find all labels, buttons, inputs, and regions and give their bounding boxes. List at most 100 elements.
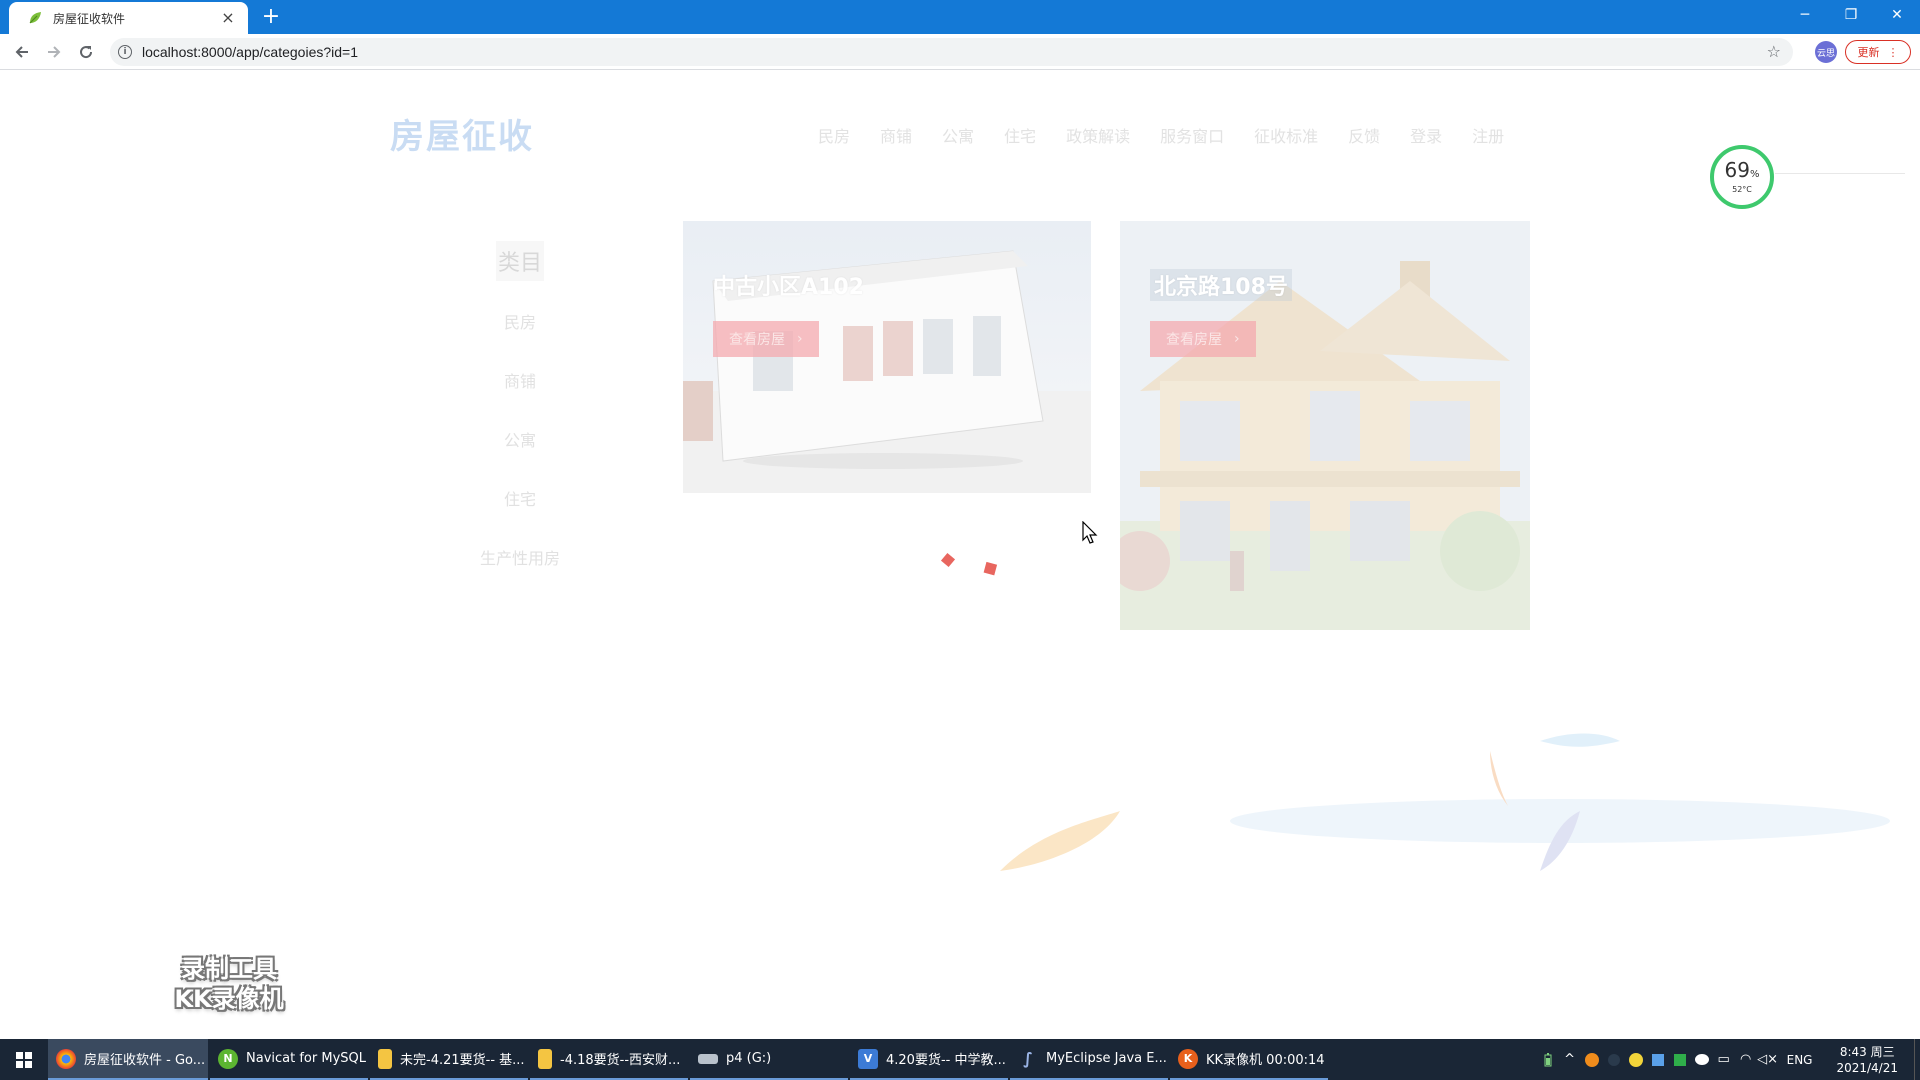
input-language[interactable]: ENG xyxy=(1787,1053,1813,1067)
page-content: 房屋征收 民房 商铺 公寓 住宅 政策解读 服务窗口 征收标准 反馈 登录 注册… xyxy=(0,71,1920,1039)
sidebar-list: 民房 商铺 公寓 住宅 生产性用房 xyxy=(440,311,600,606)
taskbar-item-navicat[interactable]: N Navicat for MySQL xyxy=(210,1039,368,1080)
taskbar-item-folder-2[interactable]: -4.18要货--西安财... xyxy=(530,1039,688,1080)
url-text: localhost:8000/app/categoies?id=1 xyxy=(142,44,359,60)
site-info-icon[interactable]: i xyxy=(118,45,132,59)
nav-item-feedback[interactable]: 反馈 xyxy=(1348,123,1380,147)
taskbar-item-chrome[interactable]: 房屋征收软件 - Go... xyxy=(48,1039,208,1080)
leaf-favicon-icon xyxy=(27,10,43,26)
myeclipse-icon: ∫ xyxy=(1023,1049,1033,1068)
view-house-label: 查看房屋 xyxy=(1166,332,1222,348)
house-card: 北京路108号 查看房屋 › xyxy=(1120,221,1530,630)
card-title: 北京路108号 xyxy=(1150,269,1292,301)
mouse-cursor-icon xyxy=(1082,521,1098,544)
window-controls: ─ ❐ ✕ xyxy=(1782,0,1920,30)
system-tray: ^ ▭ ◠ ◁× ENG 8:43 周三 2021/4/21 xyxy=(1537,1039,1920,1080)
nav-item-zhuzhai[interactable]: 住宅 xyxy=(1004,123,1036,147)
sidebar-title: 类目 xyxy=(495,241,544,281)
green-app-icon[interactable] xyxy=(1669,1049,1691,1071)
browser-tab[interactable]: 房屋征收软件 × xyxy=(9,2,248,34)
taskbar-item-myeclipse[interactable]: ∫ MyEclipse Java E... xyxy=(1010,1039,1168,1080)
view-house-label: 查看房屋 xyxy=(729,332,785,348)
cpu-usage-widget[interactable]: 69% 52°C xyxy=(1710,145,1774,209)
taskbar-item-label: MyEclipse Java E... xyxy=(1046,1051,1167,1066)
main-nav: 民房 商铺 公寓 住宅 政策解读 服务窗口 征收标准 反馈 登录 注册 xyxy=(818,123,1504,147)
nav-item-register[interactable]: 注册 xyxy=(1472,123,1504,147)
nav-item-login[interactable]: 登录 xyxy=(1410,123,1442,147)
reload-icon[interactable] xyxy=(74,40,98,64)
taskbar-item-folder-1[interactable]: 未完-4.21要货-- 基... xyxy=(370,1039,528,1080)
folder-icon xyxy=(378,1048,392,1069)
browser-titlebar: 房屋征收软件 × + ─ ❐ ✕ xyxy=(0,0,1920,34)
update-button[interactable]: 更新 ⋮ xyxy=(1845,40,1911,64)
taskbar-item-drive[interactable]: p4 (G:) xyxy=(690,1039,848,1080)
chevron-right-icon: › xyxy=(797,331,803,347)
shield-icon[interactable] xyxy=(1647,1049,1669,1071)
cpu-temperature: 52°C xyxy=(1732,185,1752,194)
volume-muted-icon[interactable]: ◁× xyxy=(1757,1049,1779,1071)
taskbar-item-vs[interactable]: V 4.20要货-- 中学教... xyxy=(850,1039,1008,1080)
clock-date: 2021/4/21 xyxy=(1836,1060,1898,1075)
taskbar-item-label: -4.18要货--西安财... xyxy=(560,1053,681,1068)
restore-button[interactable]: ❐ xyxy=(1828,0,1874,30)
profile-avatar[interactable]: 云思 xyxy=(1815,41,1837,63)
forward-arrow-icon[interactable] xyxy=(42,40,66,64)
security-tray-icon[interactable] xyxy=(1603,1049,1625,1071)
drive-icon xyxy=(698,1053,718,1064)
windows-start-icon[interactable] xyxy=(0,1039,48,1080)
vs-icon: V xyxy=(858,1048,878,1069)
chevron-up-icon[interactable]: ^ xyxy=(1559,1049,1581,1071)
bookmark-star-icon[interactable]: ☆ xyxy=(1767,42,1781,61)
house-card: 中古小区A102 查看房屋 › xyxy=(683,221,1091,493)
view-house-button[interactable]: 查看房屋 › xyxy=(713,321,819,357)
sidebar-item-shangpu[interactable]: 商铺 xyxy=(440,370,600,429)
navicat-icon: N xyxy=(218,1048,238,1069)
nav-item-gongyu[interactable]: 公寓 xyxy=(942,123,974,147)
chrome-icon xyxy=(56,1048,76,1069)
sidebar-item-minfang[interactable]: 民房 xyxy=(440,311,600,370)
taskbar-item-label: KK录像机 00:00:14 xyxy=(1206,1053,1325,1068)
nav-item-standard[interactable]: 征收标准 xyxy=(1254,123,1318,147)
new-tab-button[interactable]: + xyxy=(258,4,284,30)
view-house-button[interactable]: 查看房屋 › xyxy=(1150,321,1256,357)
back-arrow-icon[interactable] xyxy=(10,40,34,64)
taskbar-item-kk-recorder[interactable]: K KK录像机 00:00:14 xyxy=(1170,1039,1328,1080)
sidebar-item-gongyu[interactable]: 公寓 xyxy=(440,429,600,488)
update-label: 更新 xyxy=(1857,46,1880,59)
taskbar-item-label: 房屋征收软件 - Go... xyxy=(84,1053,206,1068)
nav-item-policy[interactable]: 政策解读 xyxy=(1066,123,1130,147)
cpu-percent: 69% xyxy=(1724,158,1760,182)
recorder-watermark: 录制工具 KK录像机 xyxy=(160,954,298,1014)
wechat-icon[interactable] xyxy=(1691,1049,1713,1071)
house-photo xyxy=(683,221,1091,493)
card-title: 中古小区A102 xyxy=(713,275,864,300)
network-icon[interactable]: ▭ xyxy=(1713,1049,1735,1071)
battery-icon[interactable] xyxy=(1537,1049,1559,1071)
loading-spinner-icon xyxy=(940,552,998,576)
sidebar-item-production[interactable]: 生产性用房 xyxy=(440,547,600,606)
taskbar-item-label: p4 (G:) xyxy=(726,1051,772,1066)
browser-toolbar: i localhost:8000/app/categoies?id=1 ☆ 云思… xyxy=(0,34,1920,70)
app-tray-icon[interactable] xyxy=(1581,1049,1603,1071)
close-window-button[interactable]: ✕ xyxy=(1874,0,1920,30)
address-bar[interactable]: i localhost:8000/app/categoies?id=1 ☆ xyxy=(110,38,1793,66)
taskbar-item-label: 未完-4.21要货-- 基... xyxy=(400,1053,525,1068)
clock-time: 8:43 周三 xyxy=(1839,1044,1895,1059)
nav-item-shangpu[interactable]: 商铺 xyxy=(880,123,912,147)
wifi-icon[interactable]: ◠ xyxy=(1735,1049,1757,1071)
nav-item-minfang[interactable]: 民房 xyxy=(818,123,850,147)
decorative-brush-strokes xyxy=(1000,733,1890,871)
taskbar-item-label: Navicat for MySQL xyxy=(246,1051,366,1066)
tab-close-icon[interactable]: × xyxy=(218,8,238,28)
tab-title: 房屋征收软件 xyxy=(53,11,126,26)
nav-item-service[interactable]: 服务窗口 xyxy=(1160,123,1224,147)
divider xyxy=(1775,173,1905,174)
menu-dots-icon: ⋮ xyxy=(1887,45,1899,59)
sidebar-item-zhuzhai[interactable]: 住宅 xyxy=(440,488,600,547)
show-desktop-button[interactable] xyxy=(1914,1039,1920,1080)
site-logo[interactable]: 房屋征收 xyxy=(390,109,534,158)
taskbar: 房屋征收软件 - Go... N Navicat for MySQL 未完-4.… xyxy=(0,1039,1920,1080)
update-tray-icon[interactable] xyxy=(1625,1049,1647,1071)
system-clock[interactable]: 8:43 周三 2021/4/21 xyxy=(1836,1044,1898,1076)
minimize-button[interactable]: ─ xyxy=(1782,0,1828,30)
